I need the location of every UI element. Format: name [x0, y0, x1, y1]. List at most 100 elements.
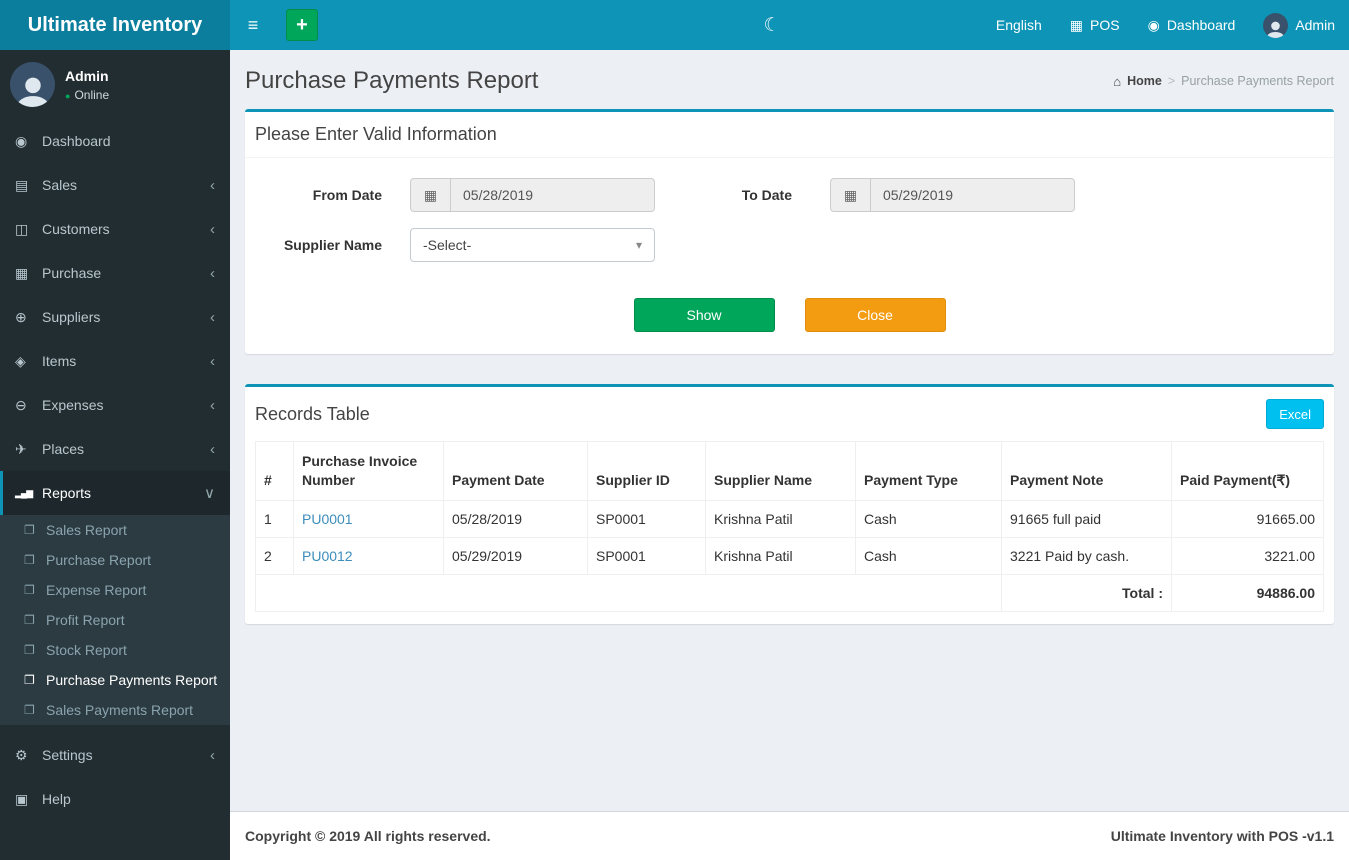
dashboard-link[interactable]: ◉ Dashboard: [1134, 0, 1250, 50]
bar-chart-icon: ▂▄▆: [15, 487, 33, 498]
supplier-name-cell: Krishna Patil: [705, 499, 856, 538]
sidebar-user-panel: Admin ● Online: [0, 50, 230, 119]
table-row: 1 PU0001 05/28/2019 SP0001 Krishna Patil…: [255, 499, 1324, 538]
supplier-id-cell: SP0001: [587, 536, 706, 575]
reports-submenu: ❐ Sales Report ❐ Purchase Report ❐ Expen…: [0, 515, 230, 725]
date-row: From Date ▦ To Date ▦: [245, 178, 1334, 212]
payment-date-cell: 05/28/2019: [443, 499, 588, 538]
supplier-row: Supplier Name -Select- ▾: [245, 228, 1334, 262]
filter-box: Please Enter Valid Information From Date…: [245, 109, 1334, 354]
content-header: Purchase Payments Report ⌂ Home > Purcha…: [245, 67, 1334, 95]
file-icon: ❐: [24, 673, 35, 687]
sidebar-item-sales[interactable]: ▤ Sales ‹: [0, 163, 230, 207]
column-header-supplier-name: Supplier Name: [705, 441, 856, 501]
records-header: Records Table Excel: [245, 387, 1334, 441]
invoice-link[interactable]: PU0001: [302, 511, 353, 527]
chevron-down-icon: ∨: [204, 485, 215, 502]
top-navbar: Ultimate Inventory ≡ + ☾ English ▦ POS ◉…: [0, 0, 1349, 50]
sidebar: Admin ● Online ◉ Dashboard ▤ Sales ‹ ◫ C…: [0, 50, 230, 860]
close-button[interactable]: Close: [804, 298, 946, 332]
page-title: Purchase Payments Report: [245, 67, 539, 94]
breadcrumb: ⌂ Home > Purchase Payments Report: [1113, 74, 1334, 89]
table-header-row: # Purchase Invoice Number Payment Date S…: [255, 441, 1324, 501]
total-row-spacer: [255, 573, 1002, 612]
sidebar-item-items[interactable]: ◈ Items ‹: [0, 339, 230, 383]
filter-box-title: Please Enter Valid Information: [245, 112, 1334, 158]
file-icon: ❐: [24, 523, 35, 537]
supplier-id-cell: SP0001: [587, 499, 706, 538]
chevron-left-icon: ‹: [210, 396, 215, 414]
dashboard-icon: ◉: [15, 132, 28, 149]
tachometer-icon: ◉: [1147, 16, 1160, 33]
pos-link[interactable]: ▦ POS: [1056, 0, 1134, 50]
dark-mode-toggle[interactable]: ☾: [764, 0, 781, 50]
main-area: Admin ● Online ◉ Dashboard ▤ Sales ‹ ◫ C…: [0, 50, 1349, 860]
records-title: Records Table: [255, 403, 370, 424]
sidebar-item-suppliers[interactable]: ⊕ Suppliers ‹: [0, 295, 230, 339]
content: Purchase Payments Report ⌂ Home > Purcha…: [230, 50, 1349, 811]
user-menu[interactable]: Admin: [1249, 0, 1349, 50]
language-menu[interactable]: English: [982, 0, 1056, 50]
users-icon: ◫: [15, 220, 29, 237]
chevron-left-icon: ‹: [210, 264, 215, 282]
sidebar-item-reports[interactable]: ▂▄▆ Reports ∨: [0, 471, 230, 515]
column-header-invoice: Purchase Invoice Number: [293, 441, 444, 501]
dashboard-label: Dashboard: [1166, 17, 1236, 33]
to-date-label: To Date: [741, 187, 792, 203]
quick-add-button[interactable]: +: [286, 9, 318, 41]
sidebar-toggle-button[interactable]: ≡: [230, 0, 276, 50]
excel-export-button[interactable]: Excel: [1266, 399, 1324, 429]
breadcrumb-current: Purchase Payments Report: [1181, 74, 1334, 88]
records-box: Records Table Excel # Purchase Invoice N…: [245, 384, 1334, 624]
column-header-payment-type: Payment Type: [855, 441, 1002, 501]
hamburger-icon: ≡: [247, 14, 259, 35]
sidebar-user-avatar: [10, 62, 55, 107]
chevron-left-icon: ‹: [210, 220, 215, 238]
show-button[interactable]: Show: [633, 298, 775, 332]
records-table-container: # Purchase Invoice Number Payment Date S…: [245, 441, 1334, 624]
content-wrapper: Purchase Payments Report ⌂ Home > Purcha…: [230, 50, 1349, 860]
total-row: Total : 94886.00: [255, 573, 1324, 612]
sidebar-item-customers[interactable]: ◫ Customers ‹: [0, 207, 230, 251]
paper-plane-icon: ✈: [15, 440, 27, 457]
sidebar-item-help[interactable]: ▣ Help: [0, 777, 230, 821]
copyright-text: Copyright © 2019 All rights reserved.: [245, 828, 491, 844]
version-text: Ultimate Inventory with POS -v1.1: [1110, 828, 1334, 844]
language-label: English: [995, 17, 1042, 33]
money-icon: ▤: [15, 176, 29, 193]
sidebar-item-places[interactable]: ✈ Places ‹: [0, 427, 230, 471]
sidebar-item-expenses[interactable]: ⊖ Expenses ‹: [0, 383, 230, 427]
payment-type-cell: Cash: [855, 536, 1002, 575]
file-icon: ❐: [24, 643, 35, 657]
brand-logo[interactable]: Ultimate Inventory: [0, 0, 230, 50]
submenu-item-purchase-report[interactable]: ❐ Purchase Report: [0, 545, 230, 575]
sitemap-icon: ◈: [15, 352, 26, 369]
paid-payment-cell: 91665.00: [1171, 499, 1324, 538]
column-header-number: #: [255, 441, 294, 501]
chevron-left-icon: ‹: [210, 176, 215, 194]
submenu-item-expense-report[interactable]: ❐ Expense Report: [0, 575, 230, 605]
filter-buttons: Show Close: [245, 284, 1334, 354]
submenu-item-profit-report[interactable]: ❐ Profit Report: [0, 605, 230, 635]
row-number: 2: [255, 536, 294, 575]
sidebar-menu-bottom: ⚙ Settings ‹ ▣ Help: [0, 733, 230, 821]
records-table: # Purchase Invoice Number Payment Date S…: [255, 441, 1324, 612]
submenu-item-purchase-payments-report[interactable]: ❐ Purchase Payments Report: [0, 665, 230, 695]
submenu-item-sales-payments-report[interactable]: ❐ Sales Payments Report: [0, 695, 230, 725]
supplier-select[interactable]: -Select- ▾: [410, 228, 655, 262]
invoice-link[interactable]: PU0012: [302, 548, 353, 564]
gears-icon: ⚙: [15, 746, 28, 763]
submenu-item-stock-report[interactable]: ❐ Stock Report: [0, 635, 230, 665]
breadcrumb-separator: >: [1167, 74, 1176, 88]
sidebar-user-name: Admin: [65, 67, 109, 84]
sidebar-item-settings[interactable]: ⚙ Settings ‹: [0, 733, 230, 777]
sidebar-user-status[interactable]: ● Online: [65, 88, 109, 102]
submenu-item-sales-report[interactable]: ❐ Sales Report: [0, 515, 230, 545]
sidebar-item-dashboard[interactable]: ◉ Dashboard: [0, 119, 230, 163]
chevron-left-icon: ‹: [210, 746, 215, 764]
chevron-left-icon: ‹: [210, 308, 215, 326]
to-date-input[interactable]: [870, 178, 1075, 212]
from-date-input[interactable]: [450, 178, 655, 212]
sidebar-item-purchase[interactable]: ▦ Purchase ‹: [0, 251, 230, 295]
breadcrumb-home-link[interactable]: Home: [1127, 74, 1162, 88]
